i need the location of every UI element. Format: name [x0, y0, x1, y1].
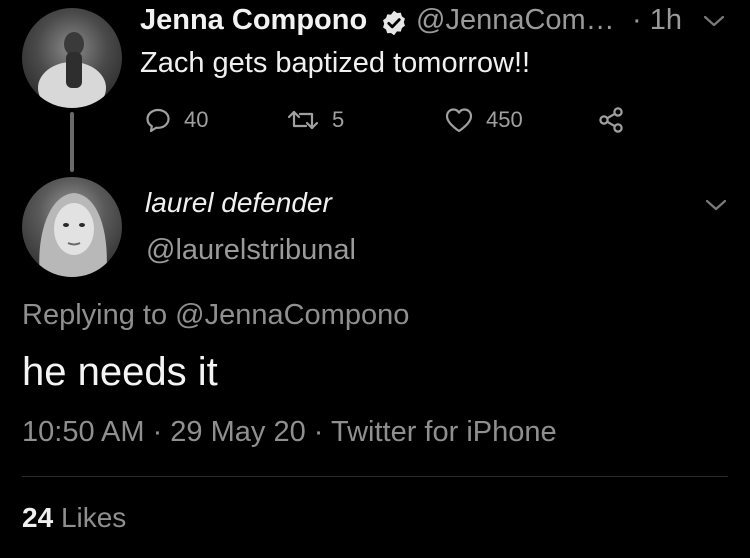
likes-count: 24 [22, 502, 54, 533]
parent-tweet-text: Zach gets baptized tomorrow!! [140, 47, 531, 79]
likes-summary[interactable]: 24 Likes [22, 502, 126, 534]
avatar-photo [38, 32, 106, 108]
parent-author-name[interactable]: Jenna Compono [140, 4, 367, 37]
replying-to-line: Replying to @JennaCompono [22, 299, 409, 332]
reply-tweet-meta: 10:50 AM · 29 May 20 · Twitter for iPhon… [22, 416, 557, 448]
reply-author-handle[interactable]: @laurelstribunal [146, 234, 356, 267]
parent-author-avatar[interactable] [22, 8, 122, 108]
reply-author-avatar[interactable] [22, 177, 122, 277]
replying-prefix: Replying to [22, 299, 168, 331]
thread-connector-line [70, 112, 74, 172]
retweet-count: 5 [332, 107, 345, 132]
reply-author-name[interactable]: laurel defender [145, 187, 332, 219]
heart-icon [445, 108, 473, 133]
retweet-button[interactable]: 5 [286, 103, 344, 137]
reply-bubble-icon [146, 108, 170, 133]
reply-count: 40 [184, 107, 209, 132]
verified-badge-icon [383, 10, 405, 36]
like-count: 450 [486, 107, 523, 132]
parent-tweet-time[interactable]: · 1h [632, 4, 682, 37]
parent-author-handle[interactable]: @JennaCom… [416, 4, 615, 37]
retweet-icon [287, 110, 319, 130]
replying-to-mention[interactable]: @JennaCompono [175, 299, 409, 331]
share-icon [599, 107, 623, 133]
reply-button[interactable]: 40 [144, 103, 208, 137]
like-button[interactable]: 450 [444, 103, 523, 137]
chevron-down-icon[interactable] [705, 198, 727, 212]
reply-tweet-text: he needs it [22, 350, 218, 394]
likes-label: Likes [60, 502, 127, 533]
share-button[interactable] [596, 103, 626, 137]
divider [22, 476, 728, 477]
chevron-down-icon[interactable] [703, 14, 725, 28]
avatar-photo [39, 193, 107, 277]
